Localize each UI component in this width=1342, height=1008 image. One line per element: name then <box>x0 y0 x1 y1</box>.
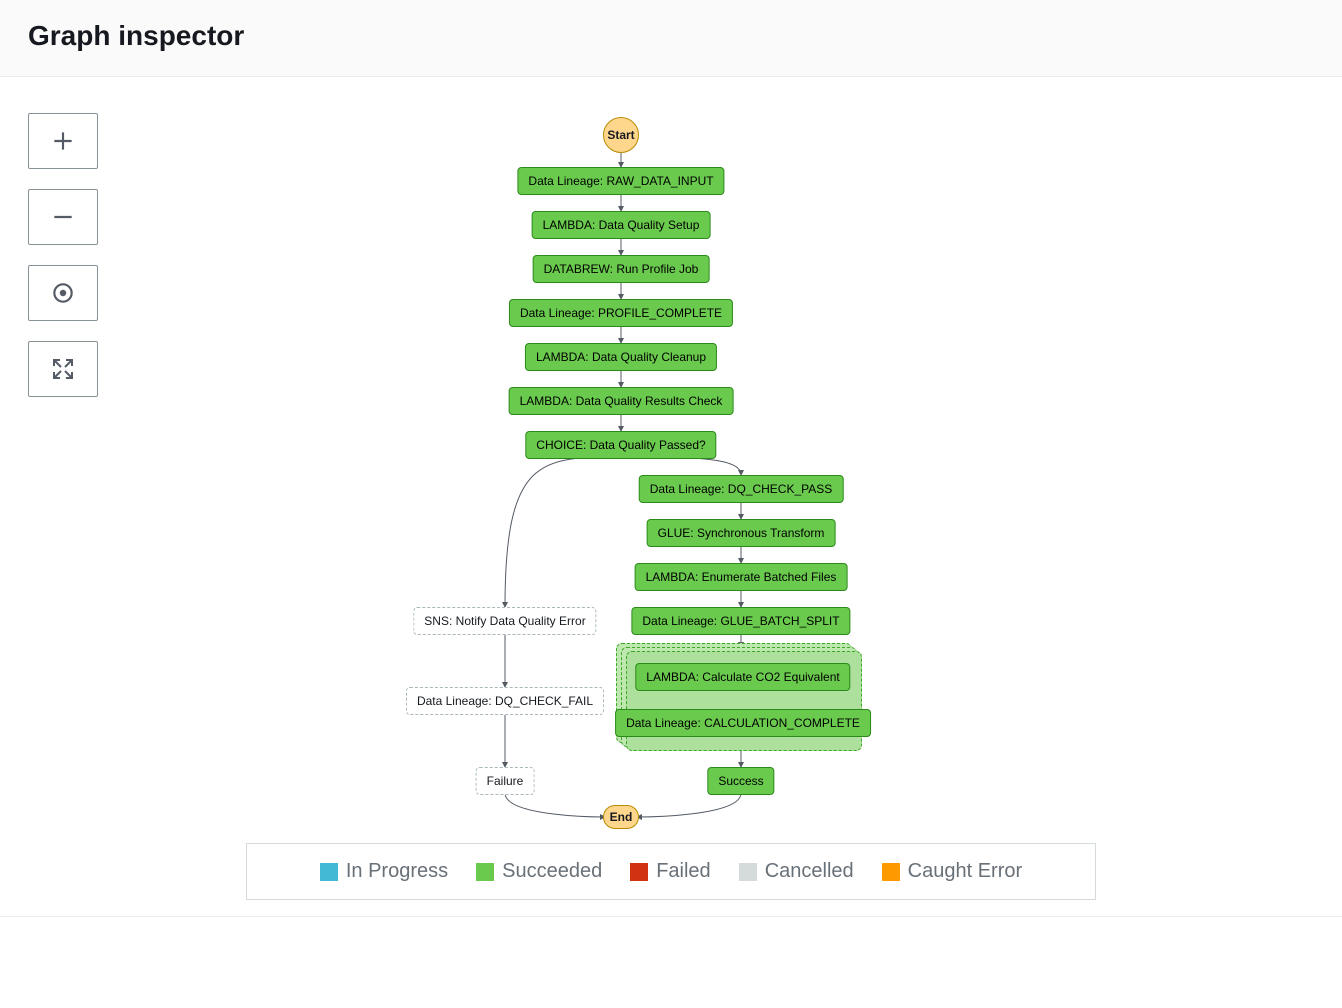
node-sns-error[interactable]: SNS: Notify Data Quality Error <box>413 607 596 635</box>
page-header: Graph inspector <box>0 0 1342 77</box>
start-node[interactable]: Start <box>603 117 639 153</box>
page-title: Graph inspector <box>28 20 1314 52</box>
node-profile-complete[interactable]: Data Lineage: PROFILE_COMPLETE <box>509 299 733 327</box>
node-raw-input[interactable]: Data Lineage: RAW_DATA_INPUT <box>517 167 724 195</box>
node-dq-pass[interactable]: Data Lineage: DQ_CHECK_PASS <box>639 475 844 503</box>
swatch-in-progress <box>320 863 338 881</box>
legend-failed: Failed <box>630 860 710 883</box>
node-glue-transform[interactable]: GLUE: Synchronous Transform <box>647 519 836 547</box>
node-success[interactable]: Success <box>707 767 774 795</box>
swatch-succeeded <box>476 863 494 881</box>
swatch-cancelled <box>739 863 757 881</box>
zoom-controls <box>28 113 98 397</box>
node-failure[interactable]: Failure <box>476 767 535 795</box>
expand-icon <box>51 357 75 381</box>
node-dq-setup[interactable]: LAMBDA: Data Quality Setup <box>532 211 711 239</box>
node-choice[interactable]: CHOICE: Data Quality Passed? <box>525 431 716 459</box>
center-button[interactable] <box>28 265 98 321</box>
legend: In Progress Succeeded Failed Cancelled C… <box>246 843 1096 900</box>
legend-label: Cancelled <box>765 860 854 883</box>
end-node[interactable]: End <box>603 805 639 829</box>
node-calc-complete[interactable]: Data Lineage: CALCULATION_COMPLETE <box>615 709 871 737</box>
node-enum-batched[interactable]: LAMBDA: Enumerate Batched Files <box>635 563 848 591</box>
node-calc-co2[interactable]: LAMBDA: Calculate CO2 Equivalent <box>635 663 850 691</box>
legend-cancelled: Cancelled <box>739 860 854 883</box>
plus-icon <box>50 128 76 154</box>
target-icon <box>50 280 76 306</box>
node-dq-cleanup[interactable]: LAMBDA: Data Quality Cleanup <box>525 343 717 371</box>
node-profile-job[interactable]: DATABREW: Run Profile Job <box>533 255 710 283</box>
swatch-caught <box>882 863 900 881</box>
legend-label: Caught Error <box>908 860 1023 883</box>
zoom-out-button[interactable] <box>28 189 98 245</box>
zoom-in-button[interactable] <box>28 113 98 169</box>
fullscreen-button[interactable] <box>28 341 98 397</box>
node-dq-fail[interactable]: Data Lineage: DQ_CHECK_FAIL <box>406 687 604 715</box>
legend-label: Failed <box>656 860 710 883</box>
node-dq-results[interactable]: LAMBDA: Data Quality Results Check <box>509 387 734 415</box>
legend-caught: Caught Error <box>882 860 1023 883</box>
legend-succeeded: Succeeded <box>476 860 602 883</box>
legend-label: Succeeded <box>502 860 602 883</box>
minus-icon <box>50 204 76 230</box>
swatch-failed <box>630 863 648 881</box>
graph-canvas[interactable]: Start Data Lineage: RAW_DATA_INPUT LAMBD… <box>0 77 1342 917</box>
node-batch-split[interactable]: Data Lineage: GLUE_BATCH_SPLIT <box>631 607 850 635</box>
legend-in-progress: In Progress <box>320 860 448 883</box>
legend-label: In Progress <box>346 860 448 883</box>
